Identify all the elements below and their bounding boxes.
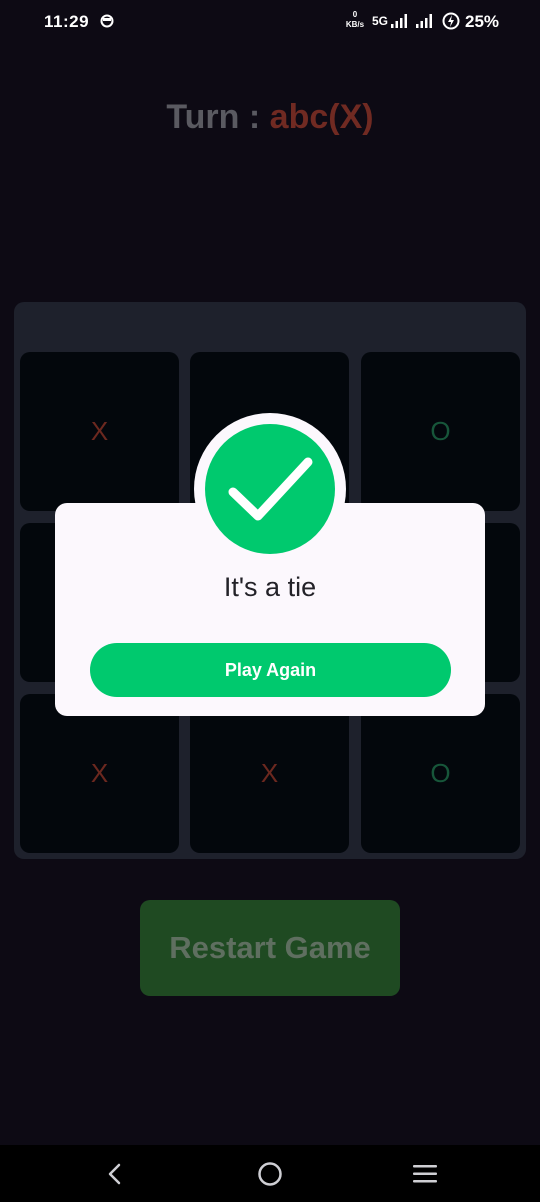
game-screen: 11:29 0 KB/s 5G 25% Turn : abc(X) X O X … xyxy=(0,0,540,1202)
nav-back-button[interactable] xyxy=(98,1157,132,1191)
restart-game-button[interactable]: Restart Game xyxy=(140,900,400,996)
play-again-button[interactable]: Play Again xyxy=(90,643,451,697)
signal-icon xyxy=(416,14,432,28)
board-cell-7[interactable]: X xyxy=(20,694,179,853)
dialog-badge xyxy=(205,424,335,554)
navigation-bar xyxy=(0,1145,540,1202)
battery-level: 25% xyxy=(465,12,500,31)
board-cell-8[interactable]: X xyxy=(190,694,349,853)
signal-icon xyxy=(391,14,407,28)
app-notification-icon xyxy=(100,14,114,28)
check-icon xyxy=(228,457,313,521)
turn-player: abc(X) xyxy=(269,98,374,136)
nav-recents-button[interactable] xyxy=(408,1157,442,1191)
turn-label: Turn : xyxy=(166,98,270,136)
network-speed-unit: KB/s xyxy=(345,20,365,29)
battery-charging-icon xyxy=(442,12,460,30)
turn-indicator: Turn : abc(X) xyxy=(0,98,540,137)
dialog-message: It's a tie xyxy=(223,572,317,602)
board-cell-3[interactable]: O xyxy=(361,352,520,511)
menu-icon xyxy=(413,1165,437,1183)
status-time: 11:29 xyxy=(44,12,90,31)
network-type: 5G xyxy=(372,14,389,28)
status-bar: 11:29 0 KB/s 5G 25% xyxy=(0,0,540,44)
network-speed-value: 0 xyxy=(352,10,358,19)
back-icon xyxy=(108,1163,121,1185)
board-cell-9[interactable]: O xyxy=(361,694,520,853)
network-speed: 0 KB/s xyxy=(343,10,367,30)
home-icon xyxy=(258,1162,282,1186)
nav-home-button[interactable] xyxy=(253,1157,287,1191)
board-cell-1[interactable]: X xyxy=(20,352,179,511)
